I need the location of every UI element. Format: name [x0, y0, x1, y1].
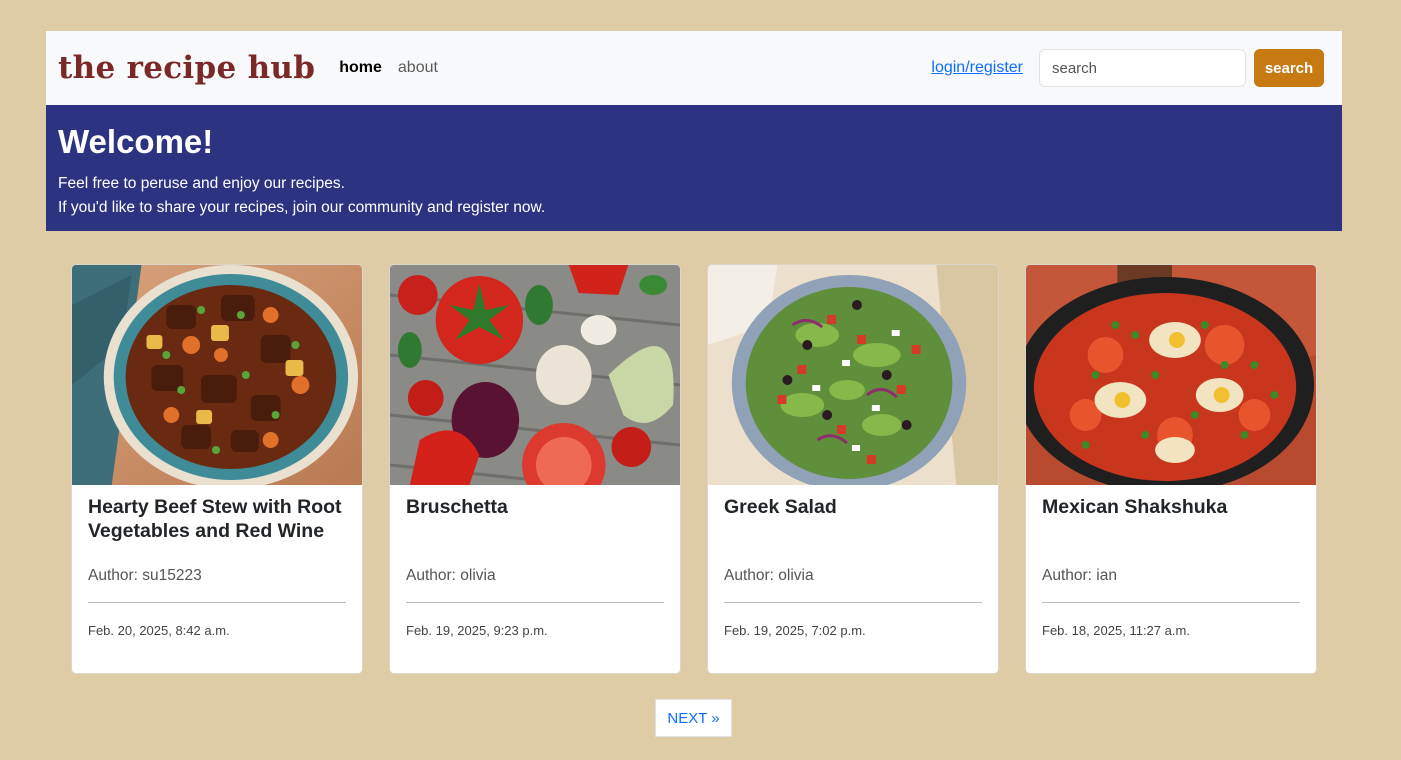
recipe-title[interactable]: Hearty Beef Stew with Root Vegetables an…: [88, 495, 346, 557]
recipe-card-body: Hearty Beef Stew with Root Vegetables an…: [72, 485, 362, 638]
recipe-author: Author: olivia: [724, 567, 814, 584]
tomatoes-vegetables-photo[interactable]: [390, 265, 680, 485]
recipe-card[interactable]: Mexican Shakshuka Author: ian Feb. 18, 2…: [1025, 264, 1317, 674]
recipe-date: Feb. 20, 2025, 8:42 a.m.: [88, 623, 230, 638]
card-divider: [88, 602, 346, 603]
recipe-author: Author: su15223: [88, 567, 202, 584]
beef-stew-photo[interactable]: [72, 265, 362, 485]
recipe-card-body: Mexican Shakshuka Author: ian Feb. 18, 2…: [1026, 485, 1316, 638]
recipe-title[interactable]: Bruschetta: [406, 495, 664, 557]
greek-salad-photo[interactable]: [708, 265, 998, 485]
welcome-text-1: Feel free to peruse and enjoy our recipe…: [58, 175, 345, 192]
recipe-author: Author: olivia: [406, 567, 496, 584]
recipe-card-body: Greek Salad Author: olivia Feb. 19, 2025…: [708, 485, 998, 638]
card-divider: [406, 602, 664, 603]
site-logo[interactable]: the recipe hub: [58, 50, 315, 86]
recipe-card[interactable]: Hearty Beef Stew with Root Vegetables an…: [71, 264, 363, 674]
welcome-title: Welcome!: [58, 123, 214, 160]
recipe-title[interactable]: Mexican Shakshuka: [1042, 495, 1300, 557]
recipe-author: Author: ian: [1042, 567, 1117, 584]
recipe-date: Feb. 19, 2025, 7:02 p.m.: [724, 623, 866, 638]
recipe-date: Feb. 19, 2025, 9:23 p.m.: [406, 623, 548, 638]
nav-about-link[interactable]: about: [398, 59, 438, 77]
welcome-banner: Welcome! Feel free to peruse and enjoy o…: [46, 105, 1342, 231]
next-page-button[interactable]: NEXT »: [655, 699, 732, 737]
search-input[interactable]: [1039, 49, 1246, 87]
page-container: the recipe hub home about login/register…: [46, 31, 1342, 231]
recipe-card-body: Bruschetta Author: olivia Feb. 19, 2025,…: [390, 485, 680, 638]
card-divider: [1042, 602, 1300, 603]
navbar: the recipe hub home about login/register…: [46, 31, 1342, 105]
recipe-date: Feb. 18, 2025, 11:27 a.m.: [1042, 623, 1190, 638]
welcome-text-2: If you'd like to share your recipes, joi…: [58, 199, 546, 216]
recipe-card[interactable]: Greek Salad Author: olivia Feb. 19, 2025…: [707, 264, 999, 674]
recipe-title[interactable]: Greek Salad: [724, 495, 982, 557]
login-register-link[interactable]: login/register: [931, 59, 1023, 77]
search-button[interactable]: search: [1254, 49, 1324, 87]
recipe-card-list: Hearty Beef Stew with Root Vegetables an…: [71, 264, 1317, 674]
shakshuka-photo[interactable]: [1026, 265, 1316, 485]
nav-home-link[interactable]: home: [339, 59, 382, 77]
recipe-card[interactable]: Bruschetta Author: olivia Feb. 19, 2025,…: [389, 264, 681, 674]
card-divider: [724, 602, 982, 603]
